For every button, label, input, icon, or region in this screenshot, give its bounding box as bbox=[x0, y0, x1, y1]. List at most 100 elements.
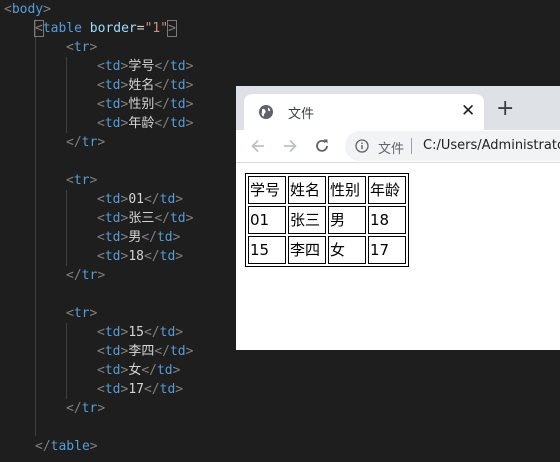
border-attr: border bbox=[89, 21, 137, 36]
code-line-table-close: </table> bbox=[35, 439, 98, 454]
table-row: 15 李四女 17 bbox=[248, 236, 406, 264]
td-tag: td bbox=[169, 116, 186, 131]
back-arrow-icon[interactable] bbox=[248, 136, 268, 156]
td-tag: td bbox=[104, 344, 121, 359]
table-row: 学号 姓名 性别 年龄 bbox=[248, 176, 406, 204]
browser-window: 文件 ✕ + 文件 C:/Users/Administrator 学号 姓名 性… bbox=[236, 86, 560, 350]
code-line-td: <td>18</td> bbox=[97, 249, 184, 264]
table-cell: 18 bbox=[368, 206, 406, 234]
td-content: 李四 bbox=[128, 344, 155, 359]
td-tag: td bbox=[104, 230, 121, 245]
indent-guide bbox=[66, 57, 67, 133]
td-tag: td bbox=[104, 116, 121, 131]
table-cell: 性别 bbox=[328, 176, 366, 204]
table-cell: 李四 bbox=[288, 236, 326, 264]
rendered-table: 学号 姓名 性别 年龄 01 张三男 18 15 李四女 17 bbox=[245, 173, 409, 267]
code-line-tr-close: </tr> bbox=[66, 135, 106, 150]
tr-tag: tr bbox=[81, 401, 98, 416]
tr-tag: tr bbox=[73, 306, 90, 321]
code-line-td: <td>姓名</td> bbox=[97, 78, 194, 93]
forward-arrow-icon[interactable] bbox=[280, 136, 300, 156]
body-tag: body bbox=[11, 2, 44, 17]
td-tag: td bbox=[169, 211, 186, 226]
td-content: 男 bbox=[128, 230, 142, 245]
browser-toolbar: 文件 C:/Users/Administrator bbox=[236, 130, 560, 163]
td-content: 性别 bbox=[128, 97, 155, 112]
td-content: 张三 bbox=[128, 211, 155, 226]
table-cell: 女 bbox=[328, 236, 366, 264]
td-tag: td bbox=[169, 59, 186, 74]
close-icon[interactable]: ✕ bbox=[461, 103, 475, 120]
td-tag: td bbox=[104, 192, 121, 207]
td-tag: td bbox=[104, 211, 121, 226]
code-line-td: <td>张三</td> bbox=[97, 211, 194, 226]
globe-icon bbox=[259, 105, 273, 119]
code-line-tr-close: </tr> bbox=[66, 268, 106, 283]
border-value: "1" bbox=[144, 21, 169, 36]
td-tag: td bbox=[159, 382, 176, 397]
table-row: 01 张三男 18 bbox=[248, 206, 406, 234]
code-line-td: <td>17</td> bbox=[97, 382, 184, 397]
td-content: 姓名 bbox=[128, 78, 155, 93]
td-tag: td bbox=[159, 325, 176, 340]
indent-guide bbox=[35, 19, 36, 436]
td-tag: td bbox=[169, 344, 186, 359]
tab-title: 文件 bbox=[288, 107, 315, 122]
table-cell: 15 bbox=[248, 236, 286, 264]
td-tag: td bbox=[156, 363, 173, 378]
code-line-tr-open: <tr> bbox=[66, 173, 98, 188]
new-tab-button[interactable]: + bbox=[496, 98, 514, 120]
code-line-td: <td>性别</td> bbox=[97, 97, 194, 112]
code-line-tr-close: </tr> bbox=[66, 401, 106, 416]
tr-tag: tr bbox=[73, 40, 90, 55]
tr-tag: tr bbox=[81, 135, 98, 150]
tab-strip: 文件 ✕ + bbox=[236, 86, 560, 130]
td-tag: td bbox=[159, 249, 176, 264]
address-bar[interactable]: 文件 C:/Users/Administrator bbox=[345, 131, 560, 161]
table-cell: 01 bbox=[248, 206, 286, 234]
indent-guide bbox=[66, 323, 67, 399]
td-tag: td bbox=[104, 97, 121, 112]
table-cell: 年龄 bbox=[368, 176, 406, 204]
td-tag: td bbox=[159, 192, 176, 207]
code-line-table-open: <table border="1"> bbox=[34, 20, 177, 37]
td-tag: td bbox=[169, 78, 186, 93]
td-tag: td bbox=[104, 363, 121, 378]
td-tag: td bbox=[156, 230, 173, 245]
table-cell: 张三 bbox=[288, 206, 326, 234]
matched-bracket: > bbox=[167, 20, 177, 37]
td-content: 15 bbox=[128, 325, 144, 340]
table-tag: table bbox=[42, 21, 82, 36]
address-divider bbox=[411, 138, 412, 154]
td-tag: td bbox=[169, 97, 186, 112]
code-line-td: <td>学号</td> bbox=[97, 59, 194, 74]
info-icon[interactable] bbox=[355, 139, 369, 153]
td-tag: td bbox=[104, 249, 121, 264]
tr-tag: tr bbox=[81, 268, 98, 283]
reload-icon[interactable] bbox=[312, 136, 332, 156]
matched-bracket: < bbox=[34, 20, 44, 37]
table-cell: 17 bbox=[368, 236, 406, 264]
td-content: 年龄 bbox=[128, 116, 155, 131]
table-close-tag: table bbox=[50, 439, 90, 454]
code-line-body: <body> bbox=[4, 2, 51, 17]
td-content: 学号 bbox=[128, 59, 155, 74]
table-cell: 姓名 bbox=[288, 176, 326, 204]
td-tag: td bbox=[104, 78, 121, 93]
tr-tag: tr bbox=[73, 173, 90, 188]
address-scheme-label: 文件 bbox=[378, 142, 405, 157]
td-tag: td bbox=[104, 382, 121, 397]
td-tag: td bbox=[104, 59, 121, 74]
code-line-tr-open: <tr> bbox=[66, 306, 98, 321]
tab-file[interactable]: 文件 ✕ bbox=[244, 94, 484, 130]
code-line-td: <td>李四</td> bbox=[97, 344, 194, 359]
code-line-tr-open: <tr> bbox=[66, 40, 98, 55]
td-content: 女 bbox=[128, 363, 142, 378]
table-cell: 男 bbox=[328, 206, 366, 234]
code-line-td: <td>女</td> bbox=[97, 363, 181, 378]
td-content: 18 bbox=[128, 249, 144, 264]
table-cell: 学号 bbox=[248, 176, 286, 204]
td-tag: td bbox=[104, 325, 121, 340]
address-url: C:/Users/Administrator bbox=[423, 138, 560, 153]
code-line-td: <td>男</td> bbox=[97, 230, 181, 245]
